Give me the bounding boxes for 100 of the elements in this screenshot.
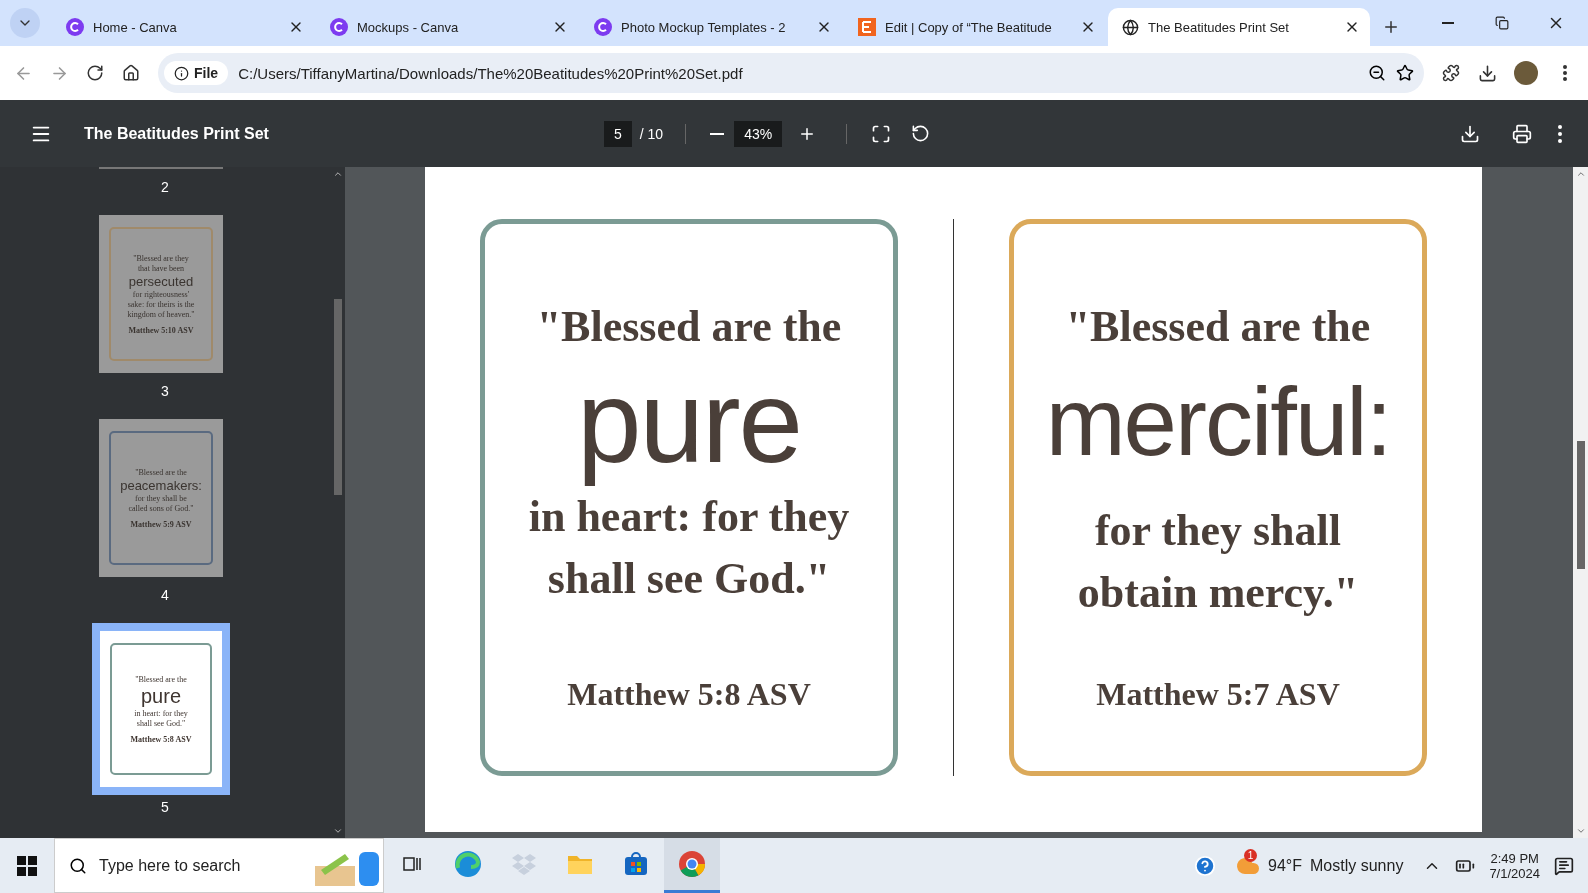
letter-e-logo-icon bbox=[858, 18, 876, 36]
thumbnail-keyword: peacemakers: bbox=[120, 477, 202, 493]
quote-text: for they shall bbox=[1094, 505, 1342, 557]
browser-tab[interactable]: Home - Canva bbox=[52, 8, 314, 46]
help-icon[interactable] bbox=[1194, 854, 1217, 877]
tab-search-button[interactable] bbox=[10, 8, 40, 38]
browser-tab[interactable]: Photo Mockup Templates - 2 bbox=[580, 8, 842, 46]
scroll-up-icon bbox=[332, 169, 343, 179]
rotate-icon bbox=[911, 124, 931, 143]
scrollbar-thumb[interactable] bbox=[333, 299, 342, 495]
bookmark-star-icon[interactable] bbox=[1396, 64, 1414, 82]
home-icon bbox=[122, 64, 140, 82]
search-icon bbox=[69, 856, 87, 875]
thumbnail-text: in heart: for they bbox=[134, 708, 188, 718]
page-thumbnail[interactable]: "Blessed are they that have been persecuted for righteousness' sake: for theirs is the kingdom of heaven." Matthew 5:10 ASV bbox=[99, 215, 223, 373]
document-title: The Beatitudes Print Set bbox=[84, 124, 270, 143]
keyword-text: pure bbox=[576, 358, 802, 486]
plus-icon bbox=[1382, 18, 1400, 36]
restore-icon bbox=[1495, 16, 1509, 30]
download-icon bbox=[1460, 123, 1480, 144]
reload-icon bbox=[86, 64, 104, 82]
page-thumbnail[interactable]: "Blessed are the peacemakers: for they shall be called sons of God." Matthew 5:9 ASV bbox=[99, 419, 223, 577]
thumbnail-text: called sons of God." bbox=[128, 503, 194, 513]
minus-icon bbox=[710, 132, 725, 135]
download-icon bbox=[1477, 63, 1497, 83]
tab-title: Home - Canva bbox=[93, 19, 178, 35]
thumbnail-text: "Blessed are they bbox=[133, 253, 189, 263]
print-icon bbox=[1512, 123, 1532, 144]
thumbnail-text: kingdom of heaven." bbox=[127, 309, 195, 319]
scroll-down-icon bbox=[1575, 826, 1586, 836]
thumbnail-text: for righteousness' bbox=[132, 289, 190, 299]
thumbnail-reference: Matthew 5:10 ASV bbox=[128, 325, 194, 335]
tab-title: Mockups - Canva bbox=[357, 19, 460, 35]
zoom-field[interactable]: 43% bbox=[734, 120, 783, 147]
thumbnail-text: "Blessed are the bbox=[135, 674, 187, 684]
weather-text: Mostly sunny bbox=[1310, 856, 1404, 875]
notifications-icon[interactable] bbox=[1554, 855, 1574, 876]
c-logo-icon bbox=[594, 18, 612, 36]
thumbnail-reference: Matthew 5:8 ASV bbox=[130, 734, 192, 744]
task-view-icon bbox=[402, 854, 422, 874]
quote-text: obtain mercy." bbox=[1077, 567, 1359, 619]
clock[interactable]: 2:49 PM 7/1/2024 bbox=[1489, 850, 1540, 881]
thumbnail-text: that have been bbox=[137, 263, 185, 273]
quote-text: in heart: for they bbox=[528, 491, 850, 543]
scroll-down-icon bbox=[332, 826, 343, 836]
keyword-text: merciful: bbox=[1045, 367, 1391, 477]
page-label: 3 bbox=[161, 383, 169, 399]
tab-title: Photo Mockup Templates - 2 bbox=[621, 19, 787, 35]
c-logo-icon bbox=[66, 18, 84, 36]
browser-tab[interactable]: Mockups - Canva bbox=[316, 8, 578, 46]
address-bar[interactable]: File C:/Users/TiffanyMartina/Downloads/The%20Beatitudes%20Print%20Set.pdf bbox=[158, 53, 1424, 93]
quote-text: "Blessed are the bbox=[536, 301, 842, 353]
thumbnail-keyword: persecuted bbox=[128, 273, 194, 289]
temperature-text: 94°F bbox=[1268, 856, 1302, 875]
scrollbar-thumb[interactable] bbox=[1576, 441, 1585, 569]
sidebar-scrollbar[interactable] bbox=[330, 167, 345, 838]
search-placeholder: Type here to search bbox=[99, 856, 242, 875]
page-number-field[interactable]: 5 bbox=[604, 120, 632, 147]
url-text: C:/Users/TiffanyMartina/Downloads/The%20Beatitudes%20Print%20Set.pdf bbox=[238, 64, 744, 82]
zoom-icon[interactable] bbox=[1368, 64, 1386, 82]
time-text: 2:49 PM bbox=[1490, 850, 1539, 866]
puzzle-icon bbox=[1442, 64, 1460, 82]
page-label: 2 bbox=[161, 179, 169, 195]
folder-icon bbox=[567, 853, 593, 875]
more-icon bbox=[1558, 124, 1562, 143]
scheme-label: File bbox=[194, 65, 219, 81]
tab-title: The Beatitudes Print Set bbox=[1148, 19, 1290, 35]
thumbnail-text: shall see God." bbox=[136, 718, 186, 728]
notification-badge: 1 bbox=[1244, 848, 1258, 862]
browser-tab[interactable]: Edit | Copy of “The Beatitude bbox=[844, 8, 1106, 46]
chrome-icon bbox=[678, 850, 706, 878]
scroll-up-icon bbox=[1575, 169, 1586, 179]
quote-text: "Blessed are the bbox=[1065, 301, 1371, 353]
dropbox-icon bbox=[511, 852, 537, 876]
store-bag-icon bbox=[623, 851, 649, 877]
taskbar-search-field[interactable]: Type here to search bbox=[54, 838, 384, 893]
edge-icon bbox=[454, 850, 482, 878]
thumbnail-reference: Matthew 5:9 ASV bbox=[130, 519, 192, 529]
quote-text: shall see God." bbox=[547, 553, 831, 605]
browser-tab[interactable]: The Beatitudes Print Set bbox=[1108, 8, 1370, 46]
tab-title: Edit | Copy of “The Beatitude bbox=[885, 19, 1053, 35]
minimize-icon bbox=[1442, 22, 1454, 24]
thumbnail-keyword: pure bbox=[141, 684, 181, 708]
page-scrollbar[interactable] bbox=[1573, 167, 1588, 838]
c-logo-icon bbox=[330, 18, 348, 36]
site-info-chip[interactable]: File bbox=[164, 61, 229, 85]
date-text: 7/1/2024 bbox=[1489, 865, 1540, 881]
thumbnail-text: "Blessed are the bbox=[135, 467, 187, 477]
more-icon bbox=[1563, 65, 1567, 81]
info-icon bbox=[174, 65, 189, 81]
page-label: 5 bbox=[161, 799, 169, 815]
thumbnail-text: for they shall be bbox=[135, 493, 187, 503]
page-count: / 10 bbox=[639, 125, 664, 142]
verse-reference: Matthew 5:8 ASV bbox=[567, 676, 811, 713]
windows-logo-icon bbox=[17, 855, 37, 876]
page-label: 4 bbox=[161, 587, 169, 603]
taskbar-app-button[interactable] bbox=[664, 838, 720, 893]
thumbnail-text: sake: for theirs is the bbox=[127, 299, 195, 309]
profile-avatar[interactable] bbox=[1514, 61, 1538, 85]
page-thumbnail[interactable]: "Blessed are the pure in heart: for they shall see God." Matthew 5:8 ASV bbox=[92, 623, 230, 795]
